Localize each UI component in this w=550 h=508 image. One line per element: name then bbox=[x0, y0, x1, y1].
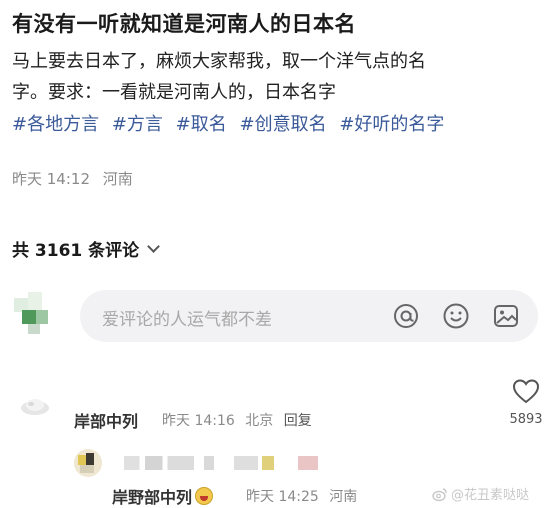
comment-location: 北京 bbox=[245, 413, 274, 429]
post-location: 河南 bbox=[102, 170, 133, 188]
comment-author-name: 岸野部中列 bbox=[112, 488, 193, 507]
post-time: 昨天 14:12 bbox=[12, 170, 90, 188]
heart-icon bbox=[512, 379, 540, 404]
watermark: @花丑素哒哒 bbox=[432, 484, 529, 503]
watermark-text: @花丑素哒哒 bbox=[451, 488, 530, 503]
reply-button[interactable]: 回复 bbox=[284, 413, 312, 429]
comment-count-label: 共 3161 条评论 bbox=[12, 241, 140, 261]
hashtag-link[interactable]: #创意取名 bbox=[239, 114, 326, 135]
comment-meta: 昨天 14:25 河南 bbox=[246, 486, 363, 506]
comment-input[interactable]: 爱评论的人运气都不差 bbox=[80, 290, 538, 342]
post-body-line: 字。要求：一看就是河南人的，日本名字 bbox=[12, 82, 336, 103]
comment-count-toggle[interactable]: 共 3161 条评论 bbox=[12, 236, 161, 261]
post-body: 马上要去日本了，麻烦大家帮我，取一个洋气点的名 字。要求：一看就是河南人的，日本… bbox=[12, 46, 538, 108]
hashtag-link[interactable]: #好听的名字 bbox=[339, 114, 444, 135]
chevron-down-icon bbox=[147, 240, 161, 253]
comment-location: 河南 bbox=[329, 489, 358, 505]
avatar[interactable] bbox=[72, 447, 104, 479]
at-mention-icon[interactable] bbox=[392, 302, 420, 330]
image-icon[interactable] bbox=[492, 302, 520, 330]
comment-meta: 昨天 14:16 北京 回复 bbox=[162, 410, 318, 430]
laughing-emoji-icon bbox=[195, 487, 214, 505]
emoji-icon[interactable] bbox=[442, 302, 470, 330]
tag-list: #各地方言 #方言 #取名 #创意取名 #好听的名字 bbox=[12, 110, 451, 136]
hashtag-link[interactable]: #取名 bbox=[176, 114, 227, 135]
weibo-logo-icon bbox=[432, 487, 447, 501]
avatar[interactable] bbox=[14, 292, 58, 336]
obscured-reply-text bbox=[204, 456, 214, 470]
like-count: 5893 bbox=[509, 412, 543, 427]
obscured-reply-text bbox=[234, 456, 258, 470]
avatar[interactable] bbox=[18, 384, 52, 418]
comment-author[interactable]: 岸野部中列 bbox=[112, 484, 214, 508]
obscured-reply-text bbox=[298, 456, 318, 470]
obscured-reply-text bbox=[124, 456, 194, 470]
obscured-reply-text bbox=[262, 456, 274, 470]
hashtag-link[interactable]: #各地方言 bbox=[12, 114, 99, 135]
comment-time: 昨天 14:25 bbox=[246, 489, 319, 505]
comment-input-placeholder: 爱评论的人运气都不差 bbox=[102, 310, 272, 330]
hashtag-link[interactable]: #方言 bbox=[112, 114, 163, 135]
like-button[interactable]: 5893 bbox=[506, 378, 546, 427]
comment-time: 昨天 14:16 bbox=[162, 413, 235, 429]
comment-author[interactable]: 岸部中列 bbox=[74, 408, 138, 432]
post-body-line: 马上要去日本了，麻烦大家帮我，取一个洋气点的名 bbox=[12, 51, 426, 72]
post-title: 有没有一听就知道是河南人的日本名 bbox=[12, 12, 356, 36]
post-meta: 昨天 14:12 河南 bbox=[12, 168, 141, 189]
